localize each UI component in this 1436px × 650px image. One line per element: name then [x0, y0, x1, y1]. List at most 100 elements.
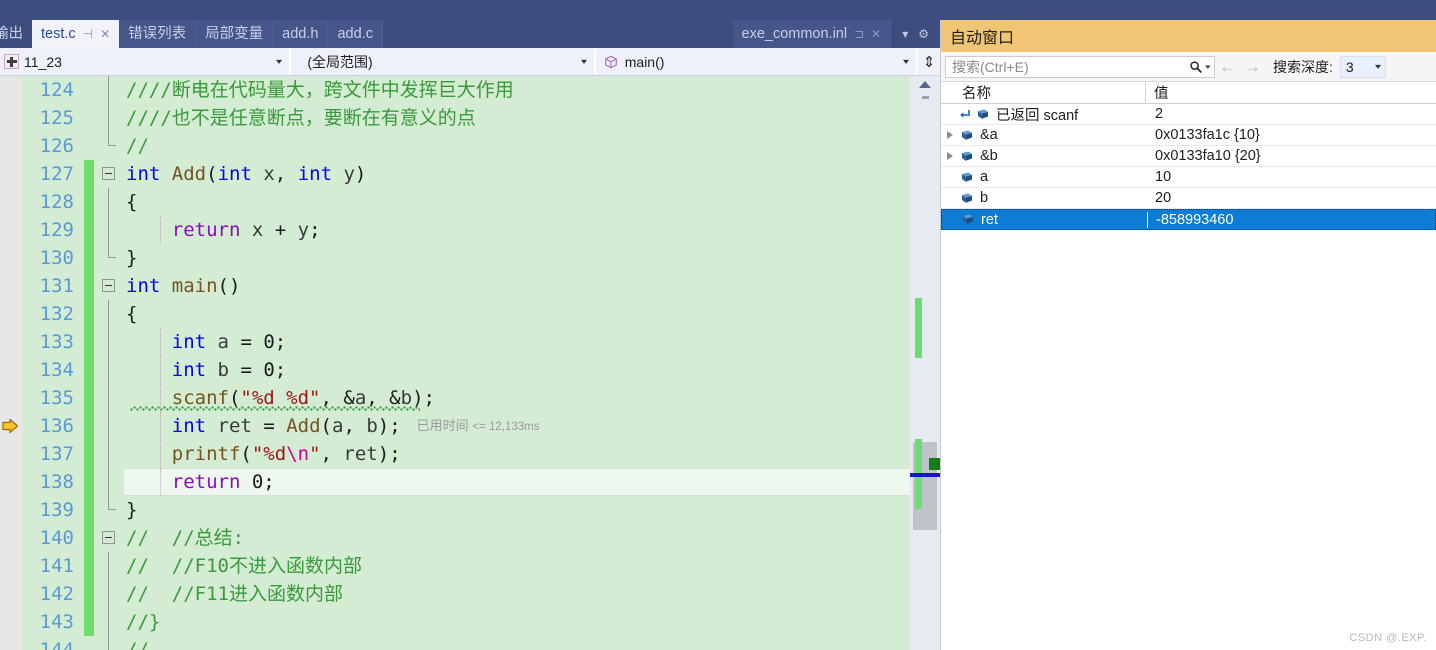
code-line[interactable]: 124 ////断电在代码量大，跨文件中发挥巨大作用 [0, 76, 910, 104]
outlining-column[interactable] [94, 216, 124, 244]
code-text[interactable]: int ret = Add(a, b); 已用时间 <= 12,133ms [124, 412, 910, 440]
tab-test-c[interactable]: test.c ⊣ ✕ [32, 20, 120, 48]
code-line[interactable]: 141 // //F10不进入函数内部 [0, 552, 910, 580]
breakpoint-cell[interactable] [0, 244, 22, 272]
code-line[interactable]: 134 int b = 0; [0, 356, 910, 384]
code-line[interactable]: 140 // //总结: [0, 524, 910, 552]
outlining-column[interactable] [94, 272, 124, 300]
outlining-column[interactable] [94, 76, 124, 104]
expand-triangle-icon[interactable] [941, 152, 958, 160]
pin-icon[interactable]: ⊐ [854, 28, 864, 40]
code-line[interactable]: 143 //} [0, 608, 910, 636]
code-line[interactable]: 127 int Add(int x, int y) [0, 160, 910, 188]
outlining-column[interactable] [94, 244, 124, 272]
code-text[interactable]: int b = 0; [124, 356, 910, 384]
code-text[interactable]: return x + y; [124, 216, 910, 244]
breakpoint-cell[interactable] [0, 580, 22, 608]
breakpoint-cell[interactable] [0, 468, 22, 496]
expand-triangle-icon[interactable] [941, 131, 958, 139]
breakpoint-cell[interactable] [0, 524, 22, 552]
breakpoint-cell[interactable] [0, 132, 22, 160]
breakpoint-cell[interactable] [0, 384, 22, 412]
code-text[interactable]: int main() [124, 272, 910, 300]
autos-name-cell[interactable]: &a [941, 127, 1146, 143]
autos-row[interactable]: &b 0x0133fa10 {20} [941, 146, 1436, 167]
tab-exe-common-inl[interactable]: exe_common.inl ⊐ ✕ [732, 20, 892, 48]
breakpoint-cell[interactable] [0, 188, 22, 216]
breakpoint-cell[interactable] [0, 440, 22, 468]
collapse-region-icon[interactable] [102, 167, 115, 180]
outlining-column[interactable] [94, 580, 124, 608]
autos-value-cell[interactable]: 0x0133fa1c {10} [1146, 127, 1436, 143]
breakpoint-cell[interactable] [0, 636, 22, 650]
code-text[interactable]: ////断电在代码量大，跨文件中发挥巨大作用 [124, 76, 910, 104]
outlining-column[interactable] [94, 412, 124, 440]
code-text[interactable]: } [124, 496, 910, 524]
code-line[interactable]: 129 return x + y; [0, 216, 910, 244]
autos-name-cell[interactable]: &b [941, 148, 1146, 164]
code-line[interactable]: 135 scanf("%d %d", &a, &b); [0, 384, 910, 412]
code-line[interactable]: 130} [0, 244, 910, 272]
column-header-value[interactable]: 值 [1146, 82, 1436, 103]
autos-name-cell[interactable]: ret [942, 212, 1147, 228]
code-text[interactable]: // //F11进入函数内部 [124, 580, 910, 608]
code-line[interactable]: 138 return 0; [0, 468, 910, 496]
code-text[interactable]: // [124, 132, 910, 160]
code-editor[interactable]: 124 ////断电在代码量大，跨文件中发挥巨大作用 125 ////也不是任意断点，… [0, 76, 940, 650]
autos-row[interactable]: b 20 [941, 188, 1436, 209]
breakpoint-cell[interactable] [0, 104, 22, 132]
code-text[interactable]: { [124, 188, 910, 216]
breakpoint-cell[interactable] [0, 552, 22, 580]
autos-row[interactable]: a 10 [941, 167, 1436, 188]
outlining-column[interactable] [94, 496, 124, 524]
split-view-button[interactable]: ⇕ [918, 48, 941, 75]
code-text[interactable]: int a = 0; [124, 328, 910, 356]
outlining-column[interactable] [94, 300, 124, 328]
code-text[interactable]: // //F10不进入函数内部 [124, 552, 910, 580]
editor-vertical-scrollbar[interactable] [910, 76, 940, 650]
outlining-column[interactable] [94, 468, 124, 496]
outlining-column[interactable] [94, 524, 124, 552]
search-depth-dropdown[interactable]: 3 ▾ [1339, 55, 1386, 78]
outlining-column[interactable] [94, 356, 124, 384]
outlining-column[interactable] [94, 188, 124, 216]
code-line[interactable]: 139} [0, 496, 910, 524]
chevron-down-icon[interactable]: ▾ [902, 27, 908, 41]
code-text[interactable]: { [124, 300, 910, 328]
tab-output[interactable]: 输出 [0, 20, 32, 48]
breakpoint-cell[interactable] [0, 76, 22, 104]
code-text[interactable]: scanf("%d %d", &a, &b); [124, 384, 910, 412]
tab-locals[interactable]: 局部变量 [196, 20, 274, 48]
code-text[interactable]: ////也不是任意断点，要断在有意义的点 [124, 104, 910, 132]
breakpoint-cell[interactable] [0, 160, 22, 188]
outlining-column[interactable] [94, 160, 124, 188]
collapse-region-icon[interactable] [102, 279, 115, 292]
breakpoint-cell[interactable] [0, 328, 22, 356]
breakpoint-cell[interactable] [0, 300, 22, 328]
gear-icon[interactable]: ⚙ [918, 27, 929, 41]
code-line[interactable]: 125 ////也不是任意断点，要断在有意义的点 [0, 104, 910, 132]
autos-value-cell[interactable]: -858993460 [1147, 211, 1435, 228]
outlining-column[interactable] [94, 552, 124, 580]
chevron-down-icon[interactable]: ▾ [1205, 63, 1211, 71]
tab-error-list[interactable]: 错误列表 [119, 20, 197, 48]
search-next-icon[interactable]: → [1244, 58, 1261, 75]
pin-icon[interactable]: ⊣ [83, 28, 93, 40]
breakpoint-cell[interactable] [0, 412, 22, 440]
autos-value-cell[interactable]: 2 [1146, 106, 1436, 122]
autos-value-cell[interactable]: 20 [1146, 190, 1436, 206]
code-text[interactable]: // [124, 636, 910, 650]
autos-value-cell[interactable]: 10 [1146, 169, 1436, 185]
search-box[interactable]: ▾ [945, 55, 1215, 78]
autos-value-cell[interactable]: 0x0133fa10 {20} [1146, 148, 1436, 164]
breakpoint-cell[interactable] [0, 272, 22, 300]
member-dropdown[interactable]: main() ▾ [595, 48, 919, 75]
autos-name-cell[interactable]: a [941, 169, 1146, 185]
breakpoint-cell[interactable] [0, 496, 22, 524]
close-icon[interactable]: ✕ [100, 28, 110, 40]
close-icon[interactable]: ✕ [871, 28, 881, 40]
chevron-down-icon[interactable]: ▾ [903, 57, 909, 66]
tab-add-c[interactable]: add.c [328, 20, 383, 48]
chevron-down-icon[interactable]: ▾ [581, 57, 587, 66]
code-text[interactable]: printf("%d\n", ret); [124, 440, 910, 468]
